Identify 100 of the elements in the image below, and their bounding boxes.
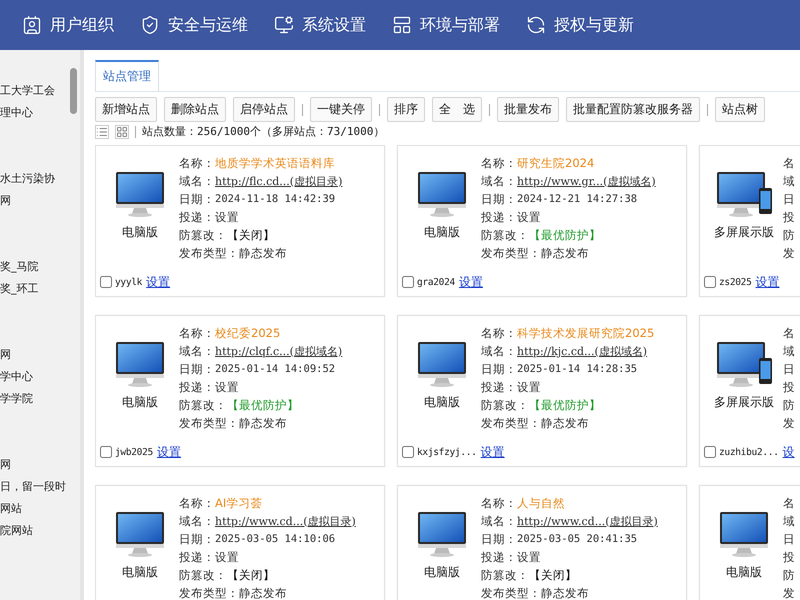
field-label: 域名： (481, 174, 517, 188)
field-label: 域 (783, 514, 795, 528)
account-name: zs2025 (719, 276, 752, 288)
field-label: 域名： (179, 174, 215, 188)
field-value: 2025-01-14 14:28:35 (517, 363, 638, 375)
field-value: 设置 (517, 210, 541, 224)
tree-item[interactable]: 水土污染协 (0, 168, 66, 190)
field-label: 投递： (179, 550, 215, 564)
site-name: 研究生院2024 (517, 156, 594, 170)
field-label: 投递： (481, 380, 517, 394)
field-value: 2025-03-05 20:41:35 (517, 533, 638, 545)
select-checkbox[interactable] (100, 446, 112, 458)
field-value: 静态发布 (541, 416, 589, 430)
protection-status: 【关闭】 (227, 228, 275, 242)
tree-item[interactable]: 工大学工会 (0, 80, 66, 102)
site-name: 地质学学术英语语料库 (215, 156, 335, 170)
field-label: 名称： (179, 326, 215, 340)
monitor-phone-icon (715, 340, 773, 388)
toolbar-button[interactable]: 新增站点 (95, 97, 157, 122)
domain-link[interactable]: http://www.cd...(虚拟目录) (215, 514, 356, 528)
grid-view-icon[interactable] (115, 124, 129, 138)
nav-item[interactable]: 安全与运维 (140, 14, 248, 36)
settings-link[interactable]: 设置 (146, 274, 170, 290)
tree-item[interactable]: 奖_马院 (0, 256, 66, 278)
field-label: 发布类型： (179, 416, 239, 430)
nav-item[interactable]: 系统设置 (274, 14, 366, 36)
tree-item[interactable]: 学学院 (0, 388, 66, 410)
field-label: 日期： (179, 362, 215, 376)
tab[interactable]: 站点管理 (95, 60, 159, 91)
field-label: 日 (783, 532, 795, 546)
select-checkbox[interactable] (100, 276, 112, 288)
field-label: 发 (783, 586, 795, 600)
field-value: 2024-11-18 14:42:39 (215, 193, 336, 205)
settings-link[interactable]: 设置 (756, 274, 780, 290)
field-label: 发 (783, 416, 795, 430)
account-name: zuzhibu2... (719, 446, 779, 458)
monitor-phone-icon (715, 170, 773, 218)
select-checkbox[interactable] (402, 446, 414, 458)
field-label: 名称： (179, 156, 215, 170)
field-label: 日 (783, 362, 795, 376)
field-label: 发布类型： (179, 586, 239, 600)
field-value: 静态发布 (541, 586, 589, 600)
tree-item[interactable]: 网 (0, 454, 66, 476)
field-label: 名 (783, 326, 795, 340)
site-count-text: 站点数量：256/1000个（多屏站点：73/1000） (142, 124, 384, 139)
toolbar-button[interactable]: 站点树 (715, 97, 765, 122)
toolbar-button[interactable]: 排序 (387, 97, 425, 122)
tree-item[interactable]: 网站 (0, 498, 66, 520)
field-label: 防篡改： (179, 398, 227, 412)
device-label: 电脑版 (122, 564, 158, 581)
device-label: 电脑版 (424, 224, 460, 241)
tree-item[interactable]: 奖_环工 (0, 278, 66, 300)
domain-link[interactable]: http://flc.cd...(虚拟目录) (215, 174, 342, 188)
toolbar-button[interactable]: 批量发布 (497, 97, 559, 122)
list-view-icon[interactable] (95, 124, 109, 138)
settings-link[interactable]: 设置 (480, 444, 505, 460)
field-label: 日期： (179, 192, 215, 206)
monitor-icon (416, 170, 468, 218)
toolbar-button[interactable]: 启停站点 (233, 97, 295, 122)
site-name: 科学技术发展研究院2025 (517, 326, 654, 340)
nav-item[interactable]: 授权与更新 (526, 14, 634, 36)
protection-status: 【关闭】 (227, 568, 275, 582)
toolbar-button[interactable]: 删除站点 (164, 97, 226, 122)
domain-link[interactable]: http://clqf.c...(虚拟域名) (215, 344, 342, 358)
nav-item[interactable]: 用户组织 (22, 14, 114, 36)
id-card-icon (22, 15, 42, 35)
refresh-icon (526, 15, 546, 35)
site-name: 人与自然 (517, 496, 565, 510)
settings-link[interactable]: 设置 (156, 444, 181, 460)
field-value: 设置 (215, 380, 239, 394)
toolbar-button[interactable]: 批量配置防篡改服务器 (566, 97, 700, 122)
field-label: 名称： (179, 496, 215, 510)
select-checkbox[interactable] (704, 446, 716, 458)
monitor-gear-icon (274, 15, 294, 35)
field-label: 域 (783, 344, 795, 358)
domain-link[interactable]: http://kjc.cd...(虚拟域名) (517, 344, 648, 358)
settings-link[interactable]: 设置 (458, 274, 483, 290)
tree-item[interactable]: 网 (0, 190, 66, 212)
field-value: 设置 (517, 550, 541, 564)
monitor-icon (416, 340, 468, 388)
domain-link[interactable]: http://www.cd...(虚拟目录) (517, 514, 658, 528)
tree-item[interactable]: 院网站 (0, 520, 66, 542)
monitor-icon (114, 170, 166, 218)
tree-item[interactable]: 网 (0, 344, 66, 366)
select-checkbox[interactable] (402, 276, 414, 288)
scrollbar-thumb[interactable] (70, 68, 76, 114)
tree-item[interactable]: 日，留一段时 (0, 476, 66, 498)
toolbar-button[interactable]: 一键关停 (310, 97, 372, 122)
toolbar-button[interactable]: 全 选 (432, 97, 482, 122)
tree-item[interactable]: 理中心 (0, 102, 66, 124)
select-checkbox[interactable] (704, 276, 716, 288)
account-name: jwb2025 (115, 446, 153, 458)
nav-item[interactable]: 环境与部署 (392, 14, 500, 36)
settings-link[interactable]: 设 (782, 444, 795, 460)
device-label: 电脑版 (726, 564, 762, 581)
field-value: 设置 (215, 550, 239, 564)
protection-status: 【最优防护】 (227, 398, 299, 412)
field-label: 防 (783, 228, 795, 242)
domain-link[interactable]: http://www.gr...(虚拟域名) (517, 174, 656, 188)
tree-item[interactable]: 学中心 (0, 366, 66, 388)
